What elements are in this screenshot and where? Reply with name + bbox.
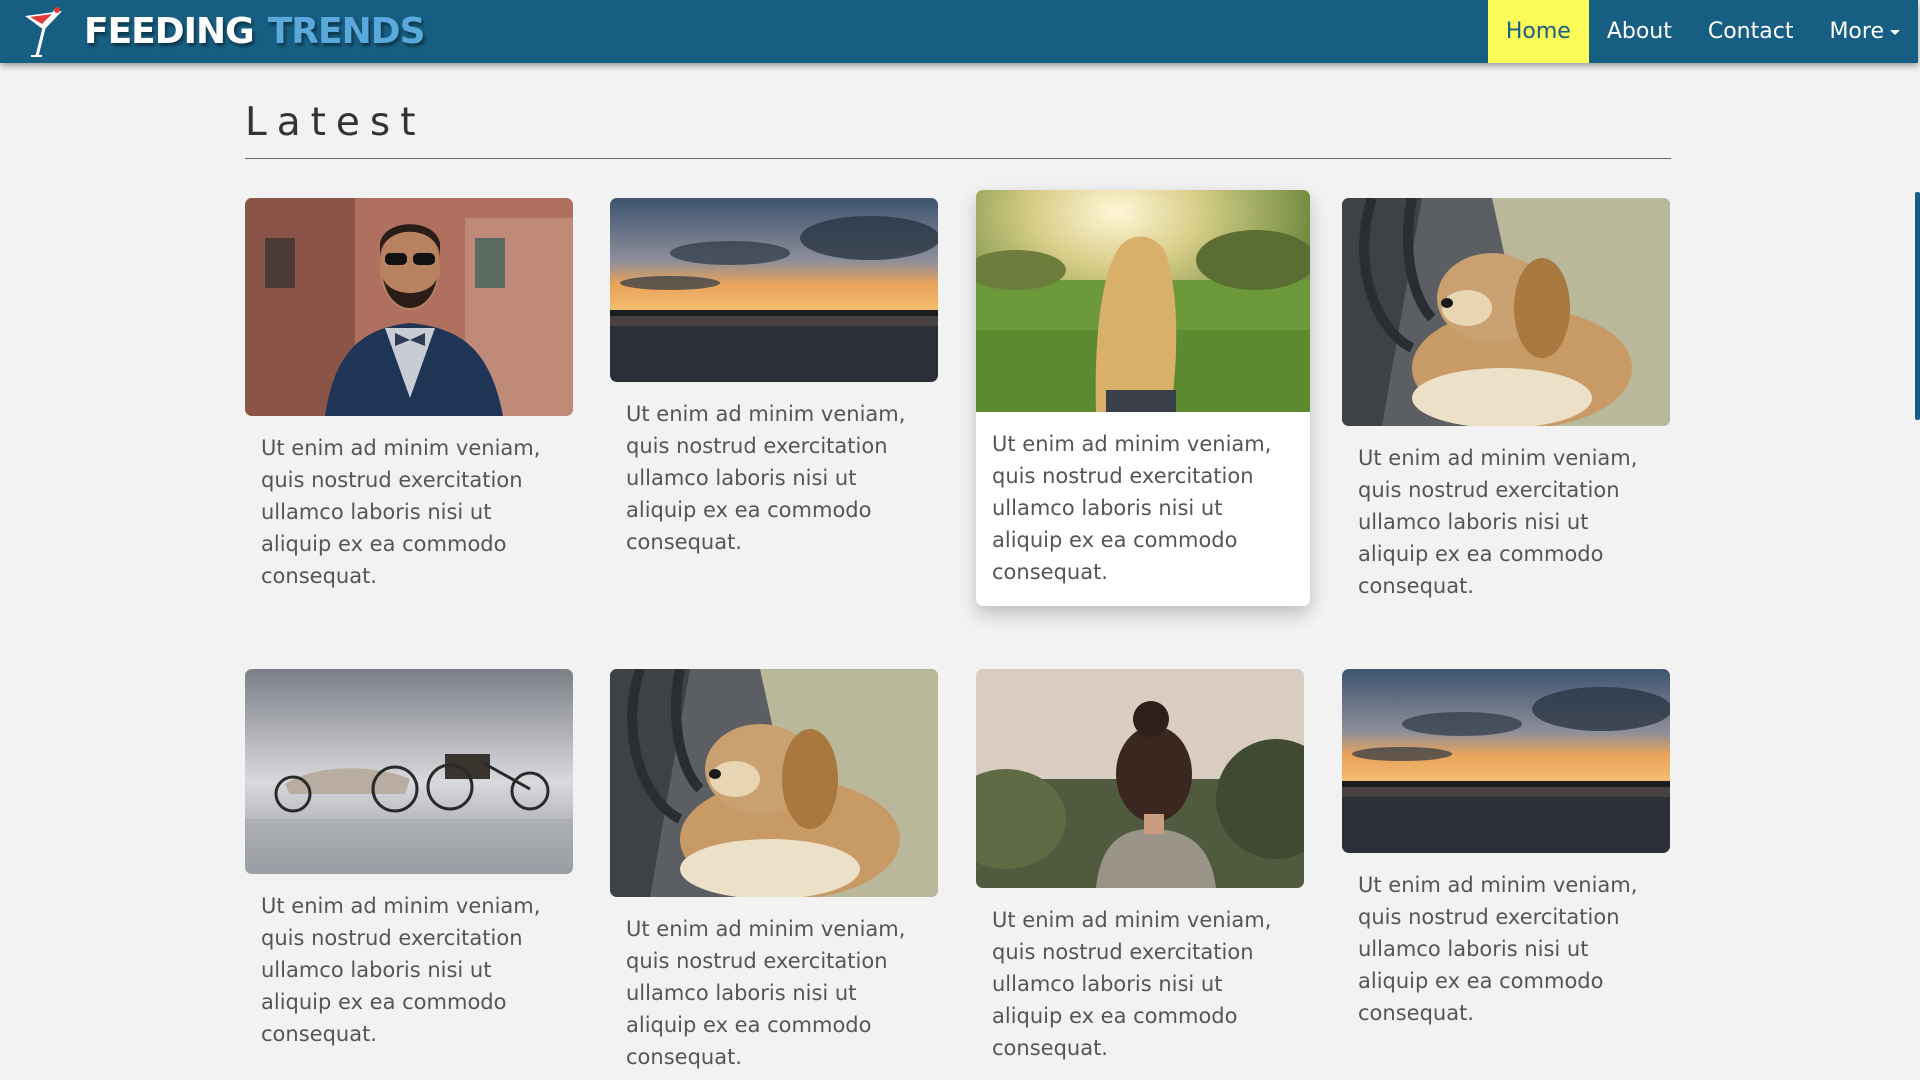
card[interactable]: Ut enim ad minim veniam, quis nostrud ex… (245, 669, 573, 1050)
brand-word-1: FEEDING (84, 11, 255, 52)
girl-in-field-photo[interactable] (976, 190, 1310, 412)
card-text: Ut enim ad minim veniam, quis nostrud ex… (992, 432, 1272, 584)
card-text: Ut enim ad minim veniam, quis nostrud ex… (1358, 446, 1638, 598)
dog-photo[interactable] (1342, 198, 1670, 426)
nav-contact[interactable]: Contact (1690, 0, 1812, 63)
card[interactable]: Ut enim ad minim veniam, quis nostrud ex… (610, 669, 938, 1073)
sunset-lake-photo[interactable] (610, 198, 938, 382)
nav-more-label: More (1829, 19, 1884, 44)
nav-more-dropdown[interactable]: More (1811, 0, 1918, 63)
card[interactable]: Ut enim ad minim veniam, quis nostrud ex… (245, 198, 573, 592)
card[interactable]: Ut enim ad minim veniam, quis nostrud ex… (610, 198, 938, 558)
dog-photo[interactable] (610, 669, 938, 897)
woman-back-photo[interactable] (976, 669, 1304, 888)
main-nav: Home About Contact More (1487, 0, 1918, 63)
sunset-lake-photo[interactable] (1342, 669, 1670, 853)
brand-word-2: TRENDS (267, 11, 426, 52)
cocktail-glass-icon (25, 6, 62, 57)
caret-down-icon (1890, 29, 1900, 35)
brand-logo[interactable]: FEEDING TRENDS (22, 0, 426, 63)
card-text: Ut enim ad minim veniam, quis nostrud ex… (1358, 873, 1638, 1025)
card-text: Ut enim ad minim veniam, quis nostrud ex… (261, 436, 541, 588)
man-with-sunglasses-photo[interactable] (245, 198, 573, 416)
card[interactable]: Ut enim ad minim veniam, quis nostrud ex… (1342, 669, 1670, 1029)
card-text: Ut enim ad minim veniam, quis nostrud ex… (992, 908, 1272, 1060)
top-navbar: FEEDING TRENDS Home About Contact More (0, 0, 1918, 63)
card-text: Ut enim ad minim veniam, quis nostrud ex… (626, 402, 906, 554)
nav-home[interactable]: Home (1487, 0, 1589, 63)
card[interactable]: Ut enim ad minim veniam, quis nostrud ex… (1342, 198, 1670, 602)
card-text: Ut enim ad minim veniam, quis nostrud ex… (626, 917, 906, 1069)
card-hovered[interactable]: Ut enim ad minim veniam, quis nostrud ex… (976, 190, 1310, 606)
nav-about[interactable]: About (1589, 0, 1690, 63)
card[interactable]: Ut enim ad minim veniam, quis nostrud ex… (976, 669, 1304, 1064)
card-text: Ut enim ad minim veniam, quis nostrud ex… (261, 894, 541, 1046)
section-title: Latest (245, 100, 426, 145)
scrollbar-thumb[interactable] (1915, 192, 1920, 420)
vintage-cars-photo[interactable] (245, 669, 573, 874)
section-divider (245, 158, 1671, 159)
